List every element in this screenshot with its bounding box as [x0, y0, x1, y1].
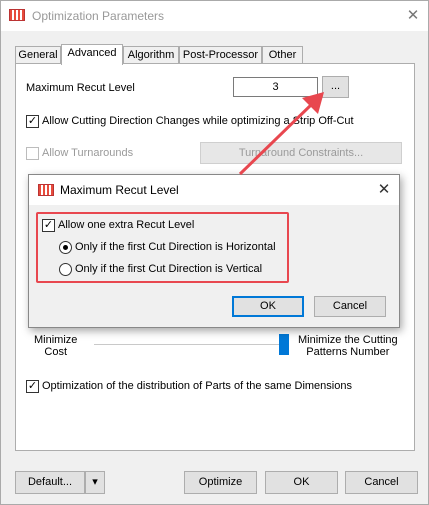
allow-extra-recut-checkbox[interactable]: ✓: [42, 219, 55, 232]
window-title: Optimization Parameters: [32, 9, 165, 23]
ok-button[interactable]: OK: [265, 471, 338, 494]
dialog-close-icon[interactable]: ✕: [372, 179, 396, 201]
turnaround-constraints-button[interactable]: Turnaround Constraints...: [200, 142, 402, 164]
allow-extra-recut-label: Allow one extra Recut Level: [58, 219, 195, 231]
default-button[interactable]: Default...: [15, 471, 85, 494]
optimize-button[interactable]: Optimize: [184, 471, 257, 494]
dialog-title: Maximum Recut Level: [60, 183, 179, 197]
allow-turnarounds-checkbox[interactable]: [26, 147, 39, 160]
app-grid-icon: [9, 9, 25, 21]
tab-general[interactable]: General: [15, 46, 61, 64]
tab-algorithm[interactable]: Algorithm: [123, 46, 179, 64]
dialog-ok-button[interactable]: OK: [232, 296, 304, 317]
cancel-button[interactable]: Cancel: [345, 471, 418, 494]
cost-vs-patterns-slider-track[interactable]: [94, 344, 284, 348]
radio-horizontal-label: Only if the first Cut Direction is Horiz…: [75, 241, 276, 253]
max-recut-label: Maximum Recut Level: [26, 82, 135, 94]
slider-min-cost-label: Minimize Cost: [34, 334, 78, 358]
max-recut-value-field[interactable]: 3: [233, 77, 318, 97]
optimization-distribution-label: Optimization of the distribution of Part…: [42, 380, 352, 392]
title-bar: Optimization Parameters ✕: [1, 1, 428, 31]
radio-horizontal[interactable]: [59, 241, 72, 254]
slider-min-patterns-label: Minimize the Cutting Patterns Number: [298, 334, 398, 358]
radio-vertical[interactable]: [59, 263, 72, 276]
cost-vs-patterns-slider-thumb[interactable]: [279, 334, 289, 355]
tab-advanced[interactable]: Advanced: [61, 44, 123, 65]
allow-cutting-direction-label: Allow Cutting Direction Changes while op…: [42, 115, 354, 127]
radio-vertical-label: Only if the first Cut Direction is Verti…: [75, 263, 263, 275]
close-icon[interactable]: ✕: [401, 5, 425, 27]
dialog-title-bar: Maximum Recut Level ✕: [29, 175, 399, 205]
maximum-recut-level-dialog: Maximum Recut Level ✕ ✓ Allow one extra …: [28, 174, 400, 328]
default-dropdown-button[interactable]: ▾: [85, 471, 105, 494]
optimization-distribution-checkbox[interactable]: ✓: [26, 380, 39, 393]
app-grid-icon: [38, 184, 54, 196]
allow-cutting-direction-checkbox[interactable]: ✓: [26, 115, 39, 128]
tab-post-processor[interactable]: Post-Processor: [179, 46, 262, 64]
allow-turnarounds-label: Allow Turnarounds: [42, 147, 134, 159]
dialog-cancel-button[interactable]: Cancel: [314, 296, 386, 317]
max-recut-browse-button[interactable]: ...: [322, 76, 349, 98]
tab-other[interactable]: Other: [262, 46, 303, 64]
